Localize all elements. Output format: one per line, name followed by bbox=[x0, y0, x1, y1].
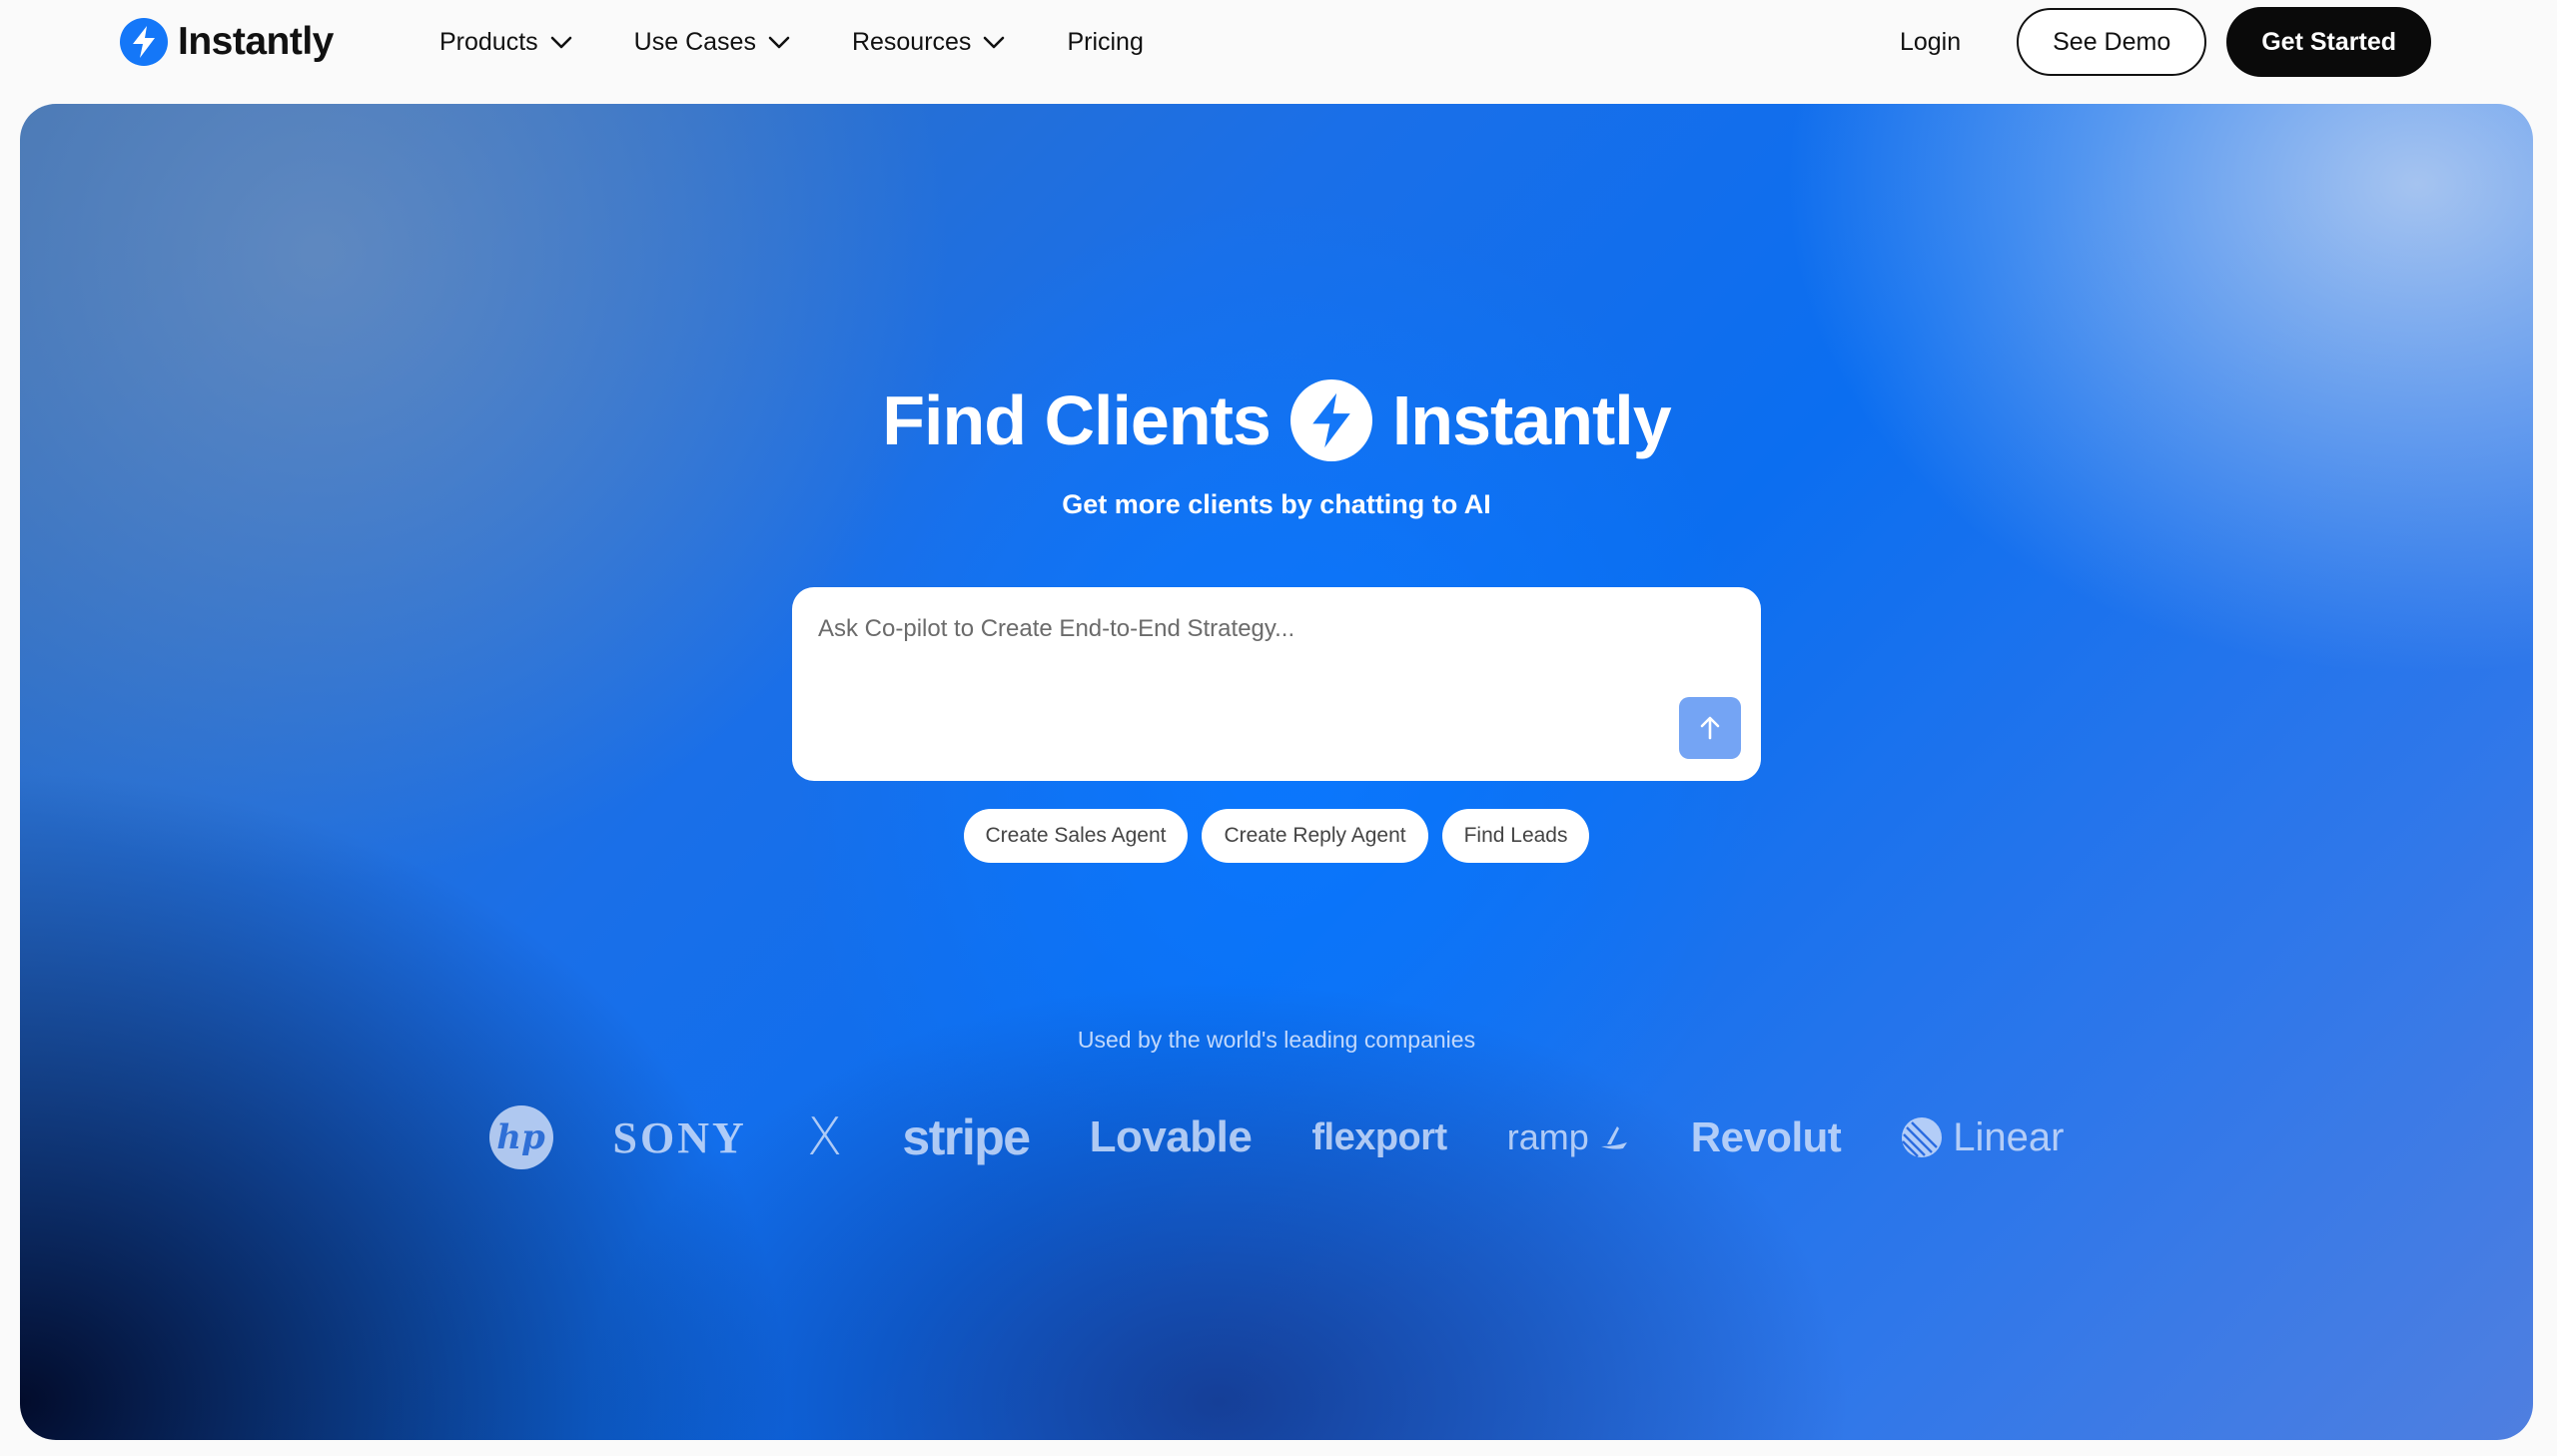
lightning-bolt-icon bbox=[1289, 379, 1372, 461]
logo-sony: SONY bbox=[612, 1112, 747, 1162]
used-by-caption: Used by the world's leading companies bbox=[1077, 1027, 1476, 1053]
logo-hp: hp bbox=[488, 1105, 553, 1169]
hero-subheadline: Get more clients by chatting to AI bbox=[1062, 489, 1491, 519]
copilot-prompt-box bbox=[792, 587, 1761, 781]
logo-ramp: ramp bbox=[1507, 1116, 1631, 1158]
brand-logo-link[interactable]: Instantly bbox=[120, 17, 334, 67]
see-demo-button[interactable]: See Demo bbox=[2017, 8, 2207, 76]
linear-logo-icon bbox=[1902, 1117, 1943, 1157]
send-button[interactable] bbox=[1679, 697, 1741, 759]
logo-x: X bbox=[806, 1107, 843, 1167]
logo-linear: Linear bbox=[1901, 1115, 2064, 1160]
chip-find-leads[interactable]: Find Leads bbox=[1441, 809, 1590, 863]
linear-wordmark: Linear bbox=[1953, 1114, 2065, 1159]
nav-actions: Login See Demo Get Started bbox=[1900, 7, 2431, 77]
logo-flexport: flexport bbox=[1311, 1115, 1447, 1158]
arrow-up-icon bbox=[1700, 716, 1720, 740]
menu-resources[interactable]: Resources bbox=[852, 22, 1008, 62]
menu-label: Use Cases bbox=[633, 27, 756, 56]
hp-logo-mark: hp bbox=[488, 1105, 553, 1169]
ramp-swoosh-icon bbox=[1600, 1126, 1627, 1149]
login-link[interactable]: Login bbox=[1900, 28, 1961, 57]
menu-products[interactable]: Products bbox=[439, 22, 574, 62]
logo-stripe: stripe bbox=[902, 1109, 1031, 1165]
brand-name: Instantly bbox=[178, 20, 334, 63]
lightning-bolt-icon bbox=[120, 18, 168, 66]
headline-left: Find Clients bbox=[882, 381, 1272, 459]
menu-use-cases[interactable]: Use Cases bbox=[634, 22, 792, 62]
hero-section: Find Clients Instantly Get more clients … bbox=[20, 104, 2533, 1440]
chevron-down-icon bbox=[550, 36, 571, 49]
hero-headline: Find Clients Instantly bbox=[20, 379, 2533, 461]
menu-label: Pricing bbox=[1067, 27, 1144, 56]
chevron-down-icon bbox=[768, 36, 790, 49]
logo-lovable: Lovable bbox=[1089, 1112, 1253, 1161]
ramp-wordmark: ramp bbox=[1506, 1116, 1589, 1157]
chip-create-sales-agent[interactable]: Create Sales Agent bbox=[963, 809, 1189, 863]
logo-revolut: Revolut bbox=[1690, 1113, 1842, 1160]
main-menu: Products Use Cases Resources Pricing bbox=[439, 22, 1204, 62]
customer-logos: hp SONY X stripe Lovable flexport ramp R… bbox=[20, 1092, 2533, 1182]
get-started-button[interactable]: Get Started bbox=[2226, 7, 2431, 77]
menu-label: Products bbox=[439, 27, 538, 56]
top-navigation: Instantly Products Use Cases Resources P… bbox=[0, 0, 2557, 104]
suggestion-chips: Create Sales Agent Create Reply Agent Fi… bbox=[20, 809, 2533, 863]
menu-pricing[interactable]: Pricing bbox=[1067, 22, 1143, 62]
chip-create-reply-agent[interactable]: Create Reply Agent bbox=[1202, 809, 1428, 863]
menu-label: Resources bbox=[851, 27, 972, 56]
headline-right: Instantly bbox=[1391, 381, 1672, 459]
chevron-down-icon bbox=[984, 36, 1005, 49]
copilot-prompt-input[interactable] bbox=[818, 609, 1717, 649]
